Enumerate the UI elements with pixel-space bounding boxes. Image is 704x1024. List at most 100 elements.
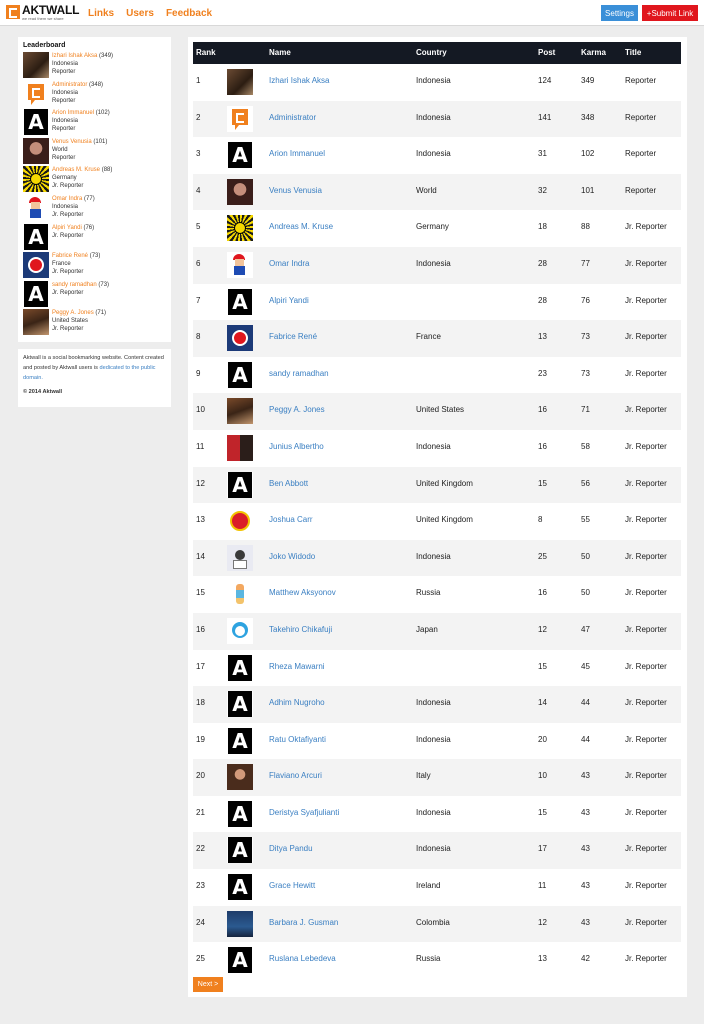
cartoon-figure-avatar-icon[interactable] (227, 581, 253, 608)
user-name-link[interactable]: Ratu Oktafiyanti (269, 735, 326, 744)
aktwall-default-avatar-icon[interactable]: A (227, 874, 253, 901)
leaderboard-info: Venus Venusia (101) World Reporter (52, 138, 107, 167)
leaderboard-rank-title: Jr. Reporter (52, 211, 84, 218)
user-name-link[interactable]: Izhari Ishak Aksa (269, 76, 329, 85)
user-name-link[interactable]: Flaviano Arcuri (269, 771, 322, 780)
rank-cell: 15 (196, 588, 205, 598)
aktwall-default-avatar-icon[interactable]: A (227, 471, 253, 498)
header-country[interactable]: Country (416, 48, 447, 57)
leaderboard-user-link[interactable]: Fabrice René (52, 253, 88, 259)
user-name-link[interactable]: Alpiri Yandi (269, 296, 309, 305)
aktwall-default-avatar-icon[interactable]: A (227, 288, 253, 315)
aktwall-default-avatar-icon[interactable]: A (227, 727, 253, 754)
submit-link-button[interactable]: +Submit Link (642, 5, 698, 21)
karma-cell: 44 (581, 698, 590, 708)
user-name-link[interactable]: Ditya Pandu (269, 844, 313, 853)
leaderboard-user-link[interactable]: sandy ramadhan (52, 282, 97, 288)
next-page-button[interactable]: Next > (193, 977, 223, 992)
user-photo-avatar[interactable] (227, 764, 253, 791)
aktwall-default-avatar-icon[interactable]: A (23, 223, 49, 250)
table-row: 18 Adhim Nugroho Indonesia 14 44 Jr. Reporter… (193, 686, 681, 723)
psg-crest-avatar-icon[interactable] (227, 325, 253, 352)
rank-cell: 23 (196, 881, 205, 891)
aktwall-default-avatar-icon[interactable]: A (227, 800, 253, 827)
user-photo-avatar[interactable] (227, 178, 253, 205)
user-name-link[interactable]: Grace Hewitt (269, 881, 315, 890)
user-name-link[interactable]: Junius Albertho (269, 442, 324, 451)
settings-button[interactable]: Settings (601, 5, 638, 21)
aktwall-default-avatar-icon[interactable]: A (227, 142, 253, 169)
aktwall-default-avatar-icon[interactable]: A (227, 837, 253, 864)
aktwall-default-avatar-icon[interactable]: A (227, 361, 253, 388)
aktwall-default-avatar-icon[interactable]: A (23, 280, 49, 307)
user-name-link[interactable]: sandy ramadhan (269, 369, 329, 378)
aktwall-default-avatar-icon[interactable]: A (227, 691, 253, 718)
user-name-link[interactable]: Adhim Nugroho (269, 698, 325, 707)
leaderboard-rank-title: Jr. Reporter (52, 232, 84, 239)
rank-cell: 13 (196, 515, 205, 525)
user-photo-avatar[interactable] (23, 52, 49, 78)
leaderboard-user-link[interactable]: Venus Venusia (52, 139, 92, 145)
aktwall-default-avatar-icon[interactable]: A (227, 947, 253, 974)
doraemon-avatar-icon[interactable] (227, 617, 253, 644)
psg-crest-avatar-icon[interactable] (23, 252, 49, 279)
aktwall-logo[interactable]: AKTWALL we read them we share (6, 4, 79, 22)
leaderboard-user-link[interactable]: Peggy A. Jones (52, 310, 94, 316)
user-name-link[interactable]: Barbara J. Gusman (269, 918, 338, 927)
header-title[interactable]: Title (625, 48, 641, 57)
leaderboard-user-link[interactable]: Administrator (52, 82, 87, 88)
country-cell: United Kingdom (416, 515, 473, 525)
user-name-link[interactable]: Fabrice René (269, 332, 317, 341)
user-name-link[interactable]: Rheza Mawarni (269, 662, 325, 671)
aktwall-logo-avatar-icon[interactable] (23, 80, 49, 107)
leaderboard-user-link[interactable]: Arion Immanuel (52, 110, 94, 116)
header-karma[interactable]: Karma (581, 48, 606, 57)
header-rank[interactable]: Rank (196, 48, 216, 57)
user-name-link[interactable]: Takehiro Chikafuji (269, 625, 332, 634)
country-cell: Ireland (416, 881, 441, 891)
mario-avatar-icon[interactable] (23, 194, 49, 221)
user-name-link[interactable]: Arion Immanuel (269, 149, 325, 158)
user-name-link[interactable]: Ben Abbott (269, 479, 308, 488)
user-photo-avatar[interactable] (23, 309, 49, 336)
user-name-link[interactable]: Venus Venusia (269, 186, 322, 195)
karma-cell: 45 (581, 661, 590, 671)
user-photo-avatar[interactable] (227, 910, 253, 937)
aktwall-logo-avatar-icon[interactable] (227, 105, 253, 132)
dortmund-crest-avatar-icon[interactable] (227, 215, 253, 242)
leaderboard-user-link[interactable]: Andreas M. Kruse (52, 167, 100, 173)
mario-avatar-icon[interactable] (227, 251, 253, 278)
dortmund-crest-avatar-icon[interactable] (23, 166, 49, 193)
leaderboard-user-link[interactable]: Izhari Ishak Aksa (52, 53, 97, 59)
leaderboard-info: Fabrice René (73) France Jr. Reporter (52, 252, 100, 281)
nav-feedback[interactable]: Feedback (166, 8, 212, 19)
portrait-sketch-avatar-icon[interactable] (227, 544, 253, 571)
header-post[interactable]: Post (538, 48, 555, 57)
leaderboard-info: Izhari Ishak Aksa (349) Indonesia Reporter (52, 52, 113, 81)
aktwall-default-avatar-icon[interactable]: A (23, 109, 49, 136)
manchester-united-crest-avatar-icon[interactable] (227, 508, 253, 535)
user-name-link[interactable]: Omar Indra (269, 259, 309, 268)
country-cell: Russia (416, 588, 441, 598)
user-name-link[interactable]: Andreas M. Kruse (269, 222, 333, 231)
nav-links[interactable]: Links (88, 8, 114, 19)
leaderboard-user-link[interactable]: Omar Indra (52, 196, 82, 202)
user-photo-avatar[interactable] (23, 137, 49, 164)
user-name-link[interactable]: Administrator (269, 113, 316, 122)
aktwall-default-avatar-icon[interactable]: A (227, 654, 253, 681)
nav-users[interactable]: Users (126, 8, 154, 19)
user-name-link[interactable]: Joko Widodo (269, 552, 315, 561)
user-title-cell: Jr. Reporter (625, 222, 667, 232)
user-photo-avatar[interactable] (227, 434, 253, 461)
header-name[interactable]: Name (269, 48, 291, 57)
user-photo-avatar[interactable] (227, 398, 253, 425)
user-name-link[interactable]: Joshua Carr (269, 515, 313, 524)
user-photo-avatar[interactable] (227, 69, 253, 95)
user-name-link[interactable]: Peggy A. Jones (269, 405, 325, 414)
user-name-link[interactable]: Deristya Syafjulianti (269, 808, 339, 817)
user-name-link[interactable]: Matthew Aksyonov (269, 588, 336, 597)
user-name-link[interactable]: Ruslana Lebedeva (269, 954, 336, 963)
table-row: 12 Ben Abbott United Kingdom 15 56 Jr. Report… (193, 466, 681, 504)
post-count-cell: 28 (538, 258, 547, 268)
leaderboard-user-link[interactable]: Alpiri Yandi (52, 225, 82, 231)
